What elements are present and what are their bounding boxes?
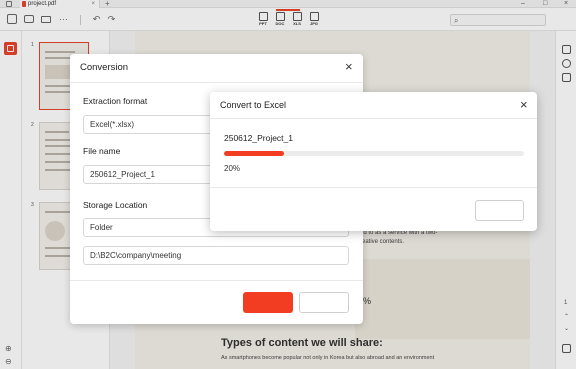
dialog-title: Convert to Excel <box>220 100 287 110</box>
divider <box>70 82 363 83</box>
extraction-format-label: Extraction format <box>83 96 148 106</box>
storage-location-label: Storage Location <box>83 200 148 210</box>
close-icon[interactable]: × <box>520 98 528 111</box>
convert-progress-dialog: Convert to Excel × 250612_Project_1 20% <box>210 92 537 231</box>
divider <box>70 280 363 281</box>
convert-button[interactable] <box>243 292 293 313</box>
storage-path-input[interactable]: D:\B2C\company\meeting <box>83 246 349 265</box>
divider <box>210 118 537 119</box>
dialog-title: Conversion <box>80 62 129 73</box>
progress-bar-fill <box>224 151 284 156</box>
close-icon[interactable]: × <box>345 60 353 73</box>
cancel-button[interactable] <box>299 292 349 313</box>
converting-file-name: 250612_Project_1 <box>224 133 294 143</box>
file-name-label: File name <box>83 146 121 156</box>
progress-percent: 20% <box>224 164 241 173</box>
cancel-conversion-button[interactable] <box>475 200 524 221</box>
divider <box>210 187 537 188</box>
progress-bar <box>224 151 524 156</box>
